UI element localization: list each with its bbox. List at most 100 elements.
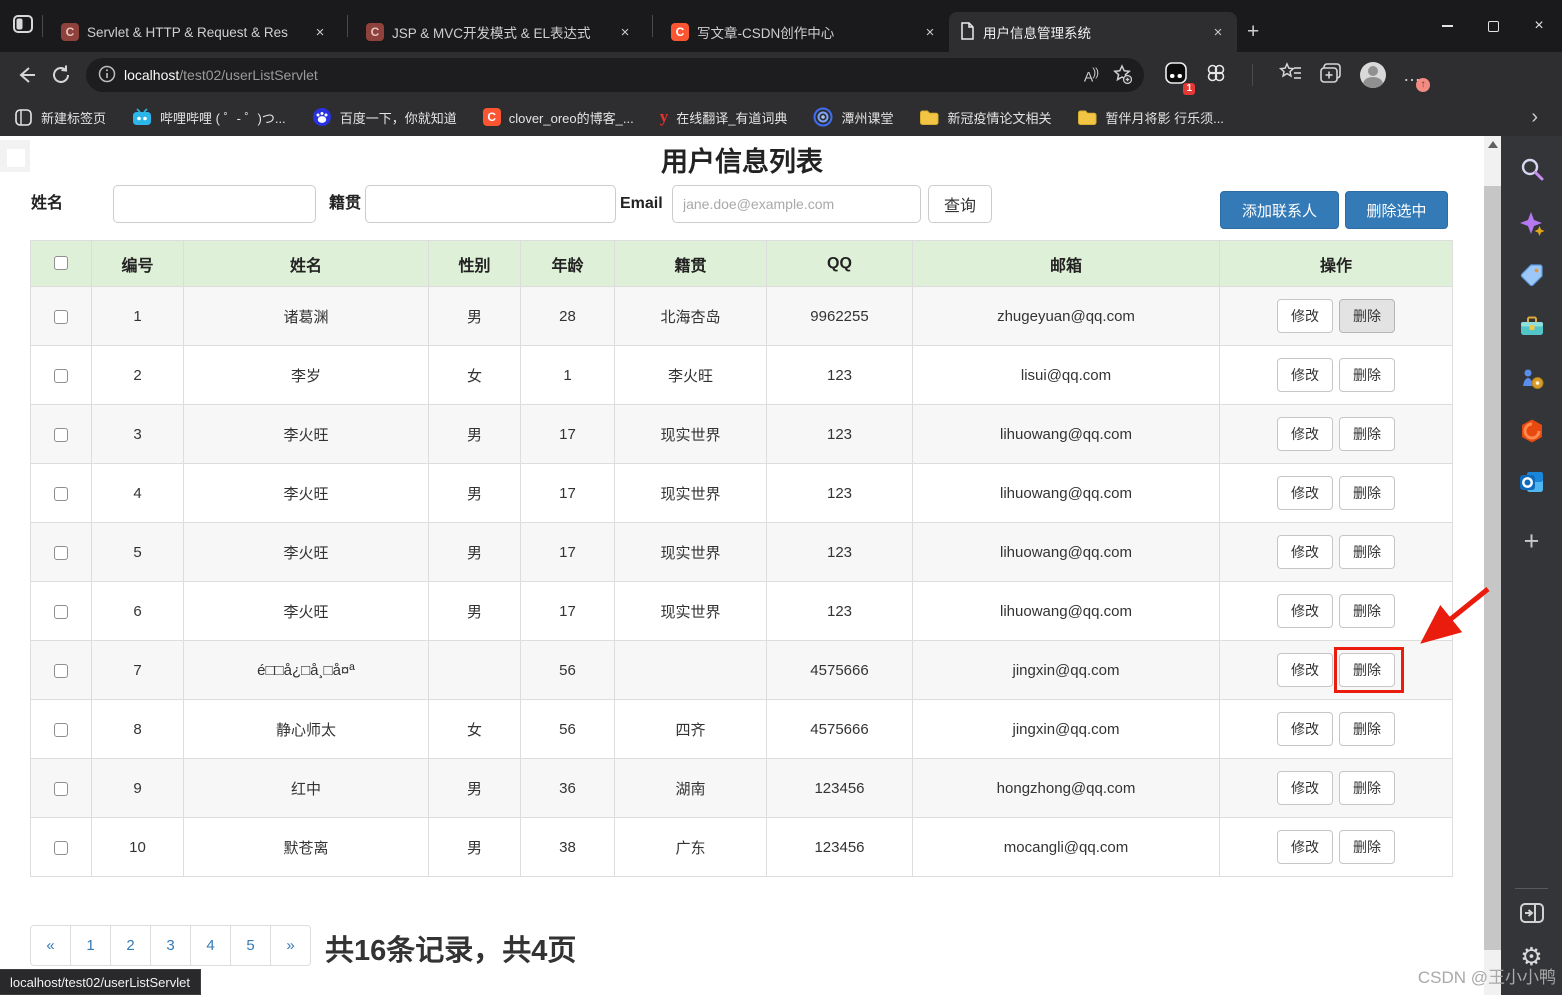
modify-button[interactable]: 修改 bbox=[1277, 771, 1333, 805]
copilot-icon[interactable] bbox=[1501, 210, 1562, 238]
profile-avatar[interactable] bbox=[1360, 62, 1386, 88]
delete-button[interactable]: 删除 bbox=[1339, 712, 1395, 746]
close-icon[interactable]: × bbox=[311, 24, 329, 41]
row-checkbox[interactable] bbox=[54, 664, 68, 678]
cell-gender: 男 bbox=[429, 523, 521, 582]
modify-button[interactable]: 修改 bbox=[1277, 358, 1333, 392]
clover-extension-icon[interactable] bbox=[1205, 62, 1227, 89]
row-checkbox[interactable] bbox=[54, 605, 68, 619]
workspaces-icon[interactable] bbox=[12, 13, 34, 40]
favorites-icon[interactable] bbox=[1278, 62, 1302, 89]
delete-button[interactable]: 删除 bbox=[1339, 535, 1395, 569]
delete-button[interactable]: 删除 bbox=[1339, 358, 1395, 392]
origin-input[interactable] bbox=[365, 185, 616, 223]
page-scrollbar[interactable] bbox=[1484, 136, 1501, 995]
toolbox-icon[interactable] bbox=[1501, 314, 1562, 338]
cell-email: lihuowang@qq.com bbox=[913, 523, 1220, 582]
csdn-icon: C bbox=[671, 23, 689, 41]
bookmark-folder-covid[interactable]: 新冠疫情论文相关 bbox=[919, 108, 1051, 127]
settings-more-icon[interactable]: … ↑ bbox=[1403, 65, 1422, 86]
microsoft-365-icon[interactable] bbox=[1501, 418, 1562, 444]
delete-button[interactable]: 删除 bbox=[1339, 594, 1395, 628]
delete-button[interactable]: 删除 bbox=[1339, 771, 1395, 805]
modify-button[interactable]: 修改 bbox=[1277, 830, 1333, 864]
row-checkbox[interactable] bbox=[54, 310, 68, 324]
name-input[interactable] bbox=[113, 185, 316, 223]
row-checkbox[interactable] bbox=[54, 723, 68, 737]
tab-user-management-active[interactable]: 用户信息管理系统 × bbox=[949, 12, 1237, 52]
back-icon[interactable] bbox=[10, 58, 44, 92]
tampermonkey-extension-icon[interactable]: 1 bbox=[1164, 61, 1188, 90]
modify-button[interactable]: 修改 bbox=[1277, 476, 1333, 510]
tab-servlet-http[interactable]: C Servlet & HTTP & Request & Res × bbox=[51, 12, 339, 52]
page-3[interactable]: 3 bbox=[150, 925, 191, 966]
table-row: 6 李火旺 男 17 现实世界 123 lihuowang@qq.com 修改删… bbox=[31, 582, 1453, 641]
site-info-icon[interactable] bbox=[98, 65, 116, 86]
close-icon[interactable]: × bbox=[921, 24, 939, 41]
page-2[interactable]: 2 bbox=[110, 925, 151, 966]
search-icon[interactable] bbox=[1501, 156, 1562, 182]
shopping-tag-icon[interactable] bbox=[1501, 262, 1562, 288]
page-4[interactable]: 4 bbox=[190, 925, 231, 966]
modify-button[interactable]: 修改 bbox=[1277, 712, 1333, 746]
bookmark-bilibili[interactable]: 哔哩哔哩 ( ゜- ゜)つ... bbox=[132, 108, 286, 127]
delete-button[interactable]: 删除 bbox=[1339, 299, 1395, 333]
page-title: 用户信息列表 bbox=[0, 140, 1484, 179]
close-icon[interactable]: × bbox=[1209, 24, 1227, 41]
select-all-checkbox[interactable] bbox=[54, 256, 68, 270]
bookmark-new-tab[interactable]: 新建标签页 bbox=[14, 108, 106, 127]
modify-button[interactable]: 修改 bbox=[1277, 417, 1333, 451]
tab-jsp-mvc[interactable]: C JSP & MVC开发模式 & EL表达式 × bbox=[356, 12, 644, 52]
close-icon[interactable]: × bbox=[616, 24, 634, 41]
scrollbar-thumb[interactable] bbox=[1484, 186, 1501, 950]
new-tab-button[interactable]: + bbox=[1247, 20, 1259, 44]
email-input[interactable] bbox=[672, 185, 921, 223]
refresh-icon[interactable] bbox=[44, 58, 78, 92]
modify-button[interactable]: 修改 bbox=[1277, 535, 1333, 569]
modify-button[interactable]: 修改 bbox=[1277, 653, 1333, 687]
row-checkbox[interactable] bbox=[54, 782, 68, 796]
minimize-button[interactable] bbox=[1424, 0, 1470, 52]
delete-selected-button[interactable]: 删除选中 bbox=[1345, 191, 1448, 229]
row-checkbox[interactable] bbox=[54, 841, 68, 855]
modify-button[interactable]: 修改 bbox=[1277, 594, 1333, 628]
address-bar[interactable]: localhost/test02/userListServlet A)) bbox=[86, 58, 1144, 92]
modify-button[interactable]: 修改 bbox=[1277, 299, 1333, 333]
col-header-id: 编号 bbox=[92, 241, 184, 287]
cell-id: 10 bbox=[92, 818, 184, 877]
row-checkbox[interactable] bbox=[54, 546, 68, 560]
bookmark-youdao[interactable]: y 在线翻译_有道词典 bbox=[660, 107, 788, 127]
query-button[interactable]: 查询 bbox=[928, 185, 992, 223]
bookmark-baidu[interactable]: 百度一下，你就知道 bbox=[312, 107, 457, 127]
page-5[interactable]: 5 bbox=[230, 925, 271, 966]
bookmark-folder-moon[interactable]: 暂伴月将影 行乐须... bbox=[1077, 108, 1223, 127]
col-header-age: 年龄 bbox=[521, 241, 615, 287]
delete-button[interactable]: 删除 bbox=[1339, 476, 1395, 510]
add-favorite-icon[interactable] bbox=[1112, 64, 1132, 87]
scroll-up-icon[interactable] bbox=[1488, 141, 1498, 148]
maximize-button[interactable] bbox=[1470, 0, 1516, 52]
read-aloud-icon[interactable]: A)) bbox=[1084, 66, 1098, 85]
delete-button[interactable]: 删除 bbox=[1339, 830, 1395, 864]
open-in-sidebar-icon[interactable] bbox=[1501, 902, 1562, 924]
cell-gender: 女 bbox=[429, 346, 521, 405]
row-checkbox[interactable] bbox=[54, 369, 68, 383]
sidebar-add-icon[interactable]: + bbox=[1501, 526, 1562, 557]
page-next[interactable]: » bbox=[270, 925, 311, 966]
tab-csdn-write[interactable]: C 写文章-CSDN创作中心 × bbox=[661, 12, 949, 52]
page-1[interactable]: 1 bbox=[70, 925, 111, 966]
outlook-icon[interactable] bbox=[1501, 470, 1562, 494]
page-prev[interactable]: « bbox=[30, 925, 71, 966]
bookmarks-overflow-icon[interactable]: › bbox=[1531, 106, 1538, 129]
delete-button[interactable]: 删除 bbox=[1339, 417, 1395, 451]
toolbar-divider bbox=[1252, 64, 1253, 86]
add-contact-button[interactable]: 添加联系人 bbox=[1220, 191, 1339, 229]
bookmark-csdn-blog[interactable]: C clover_oreo的博客_... bbox=[483, 108, 634, 127]
collections-icon[interactable] bbox=[1319, 62, 1343, 89]
bookmark-tanzhou[interactable]: 潭州课堂 bbox=[813, 107, 893, 127]
table-row: 10 默苍离 男 38 广东 123456 mocangli@qq.com 修改… bbox=[31, 818, 1453, 877]
row-checkbox[interactable] bbox=[54, 487, 68, 501]
row-checkbox[interactable] bbox=[54, 428, 68, 442]
games-icon[interactable] bbox=[1501, 366, 1562, 392]
window-close-button[interactable]: × bbox=[1516, 0, 1562, 52]
